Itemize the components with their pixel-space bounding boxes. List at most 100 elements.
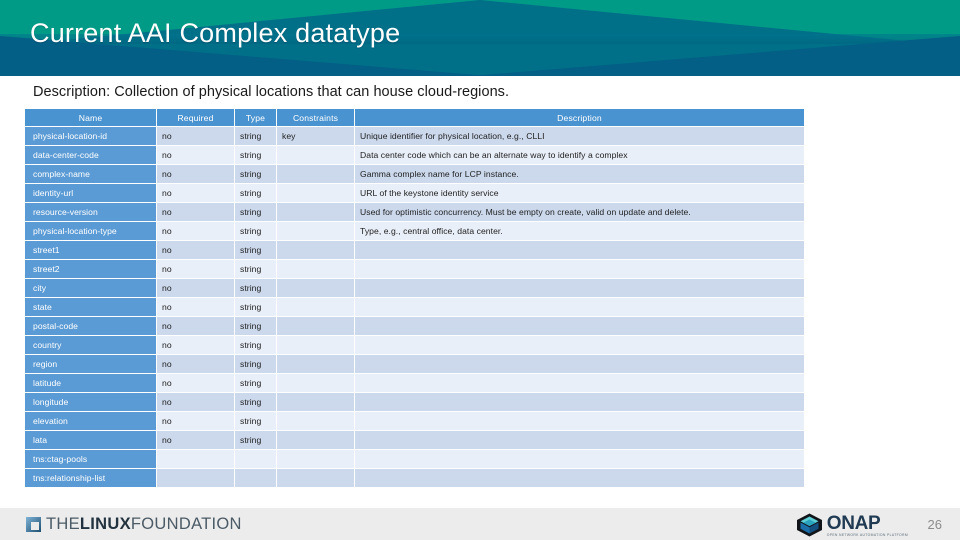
column-header-description: Description (355, 109, 804, 126)
column-header-type: Type (235, 109, 276, 126)
onap-logo: ONAP OPEN NETWORK AUTOMATION PLATFORM (796, 513, 908, 537)
cell-description (355, 317, 804, 335)
column-header-required: Required (157, 109, 234, 126)
table-body: physical-location-id no string key Unique id… (25, 127, 804, 487)
onap-wordmark: ONAP OPEN NETWORK AUTOMATION PLATFORM (827, 514, 908, 537)
cell-required: no (157, 298, 234, 316)
slide-canvas: Current AAI Complex datatype Description… (0, 0, 960, 540)
cell-description: URL of the keystone identity service (355, 184, 804, 202)
cell-type: string (235, 412, 276, 430)
cell-type: string (235, 393, 276, 411)
cell-constraints (277, 412, 354, 430)
cell-name: postal-code (25, 317, 156, 335)
cell-name: identity-url (25, 184, 156, 202)
cell-constraints (277, 279, 354, 297)
cell-description (355, 450, 804, 468)
cell-required: no (157, 374, 234, 392)
slide-footer: THELINUXFOUNDATION ONAP OPEN NETWORK AUT… (0, 508, 960, 540)
cell-name: latitude (25, 374, 156, 392)
cell-description (355, 336, 804, 354)
cell-name: country (25, 336, 156, 354)
cell-name: complex-name (25, 165, 156, 183)
cell-description (355, 393, 804, 411)
table-row: complex-name no string Gamma complex name f… (25, 165, 804, 183)
onap-tagline-text: OPEN NETWORK AUTOMATION PLATFORM (826, 532, 908, 537)
cell-type: string (235, 279, 276, 297)
cell-type: string (235, 146, 276, 164)
cell-required: no (157, 146, 234, 164)
column-header-name: Name (25, 109, 156, 126)
cell-type: string (235, 184, 276, 202)
cell-type: string (235, 317, 276, 335)
cell-constraints (277, 146, 354, 164)
cell-required: no (157, 412, 234, 430)
cell-type: string (235, 260, 276, 278)
cell-constraints (277, 165, 354, 183)
column-header-constraints: Constraints (277, 109, 354, 126)
cell-description (355, 279, 804, 297)
cell-type: string (235, 374, 276, 392)
cell-type (235, 469, 276, 487)
banner-triangle-bottom-right (470, 36, 960, 76)
cell-required: no (157, 393, 234, 411)
cell-description: Used for optimistic concurrency. Must be… (355, 203, 804, 221)
cell-name: lata (25, 431, 156, 449)
table-row: longitude no string (25, 393, 804, 411)
table-row: street2 no string (25, 260, 804, 278)
cell-name: physical-location-type (25, 222, 156, 240)
cell-name: longitude (25, 393, 156, 411)
cell-constraints (277, 374, 354, 392)
description-line: Description: Collection of physical loca… (33, 84, 510, 100)
slide-header-banner: Current AAI Complex datatype (0, 0, 960, 76)
table-row: city no string (25, 279, 804, 297)
cell-type: string (235, 355, 276, 373)
table-header-row: Name Required Type Constraints Descripti… (25, 109, 804, 126)
table-row: country no string (25, 336, 804, 354)
cell-type: string (235, 127, 276, 145)
cell-name: street1 (25, 241, 156, 259)
cell-type: string (235, 222, 276, 240)
cell-name: elevation (25, 412, 156, 430)
cell-required: no (157, 184, 234, 202)
cell-constraints: key (277, 127, 354, 145)
cell-description (355, 241, 804, 259)
cell-name: state (25, 298, 156, 316)
cell-description (355, 412, 804, 430)
cell-description: Unique identifier for physical location,… (355, 127, 804, 145)
table-row: tns:relationship-list (25, 469, 804, 487)
cell-required: no (157, 336, 234, 354)
cell-name: city (25, 279, 156, 297)
cell-required: no (157, 127, 234, 145)
cell-required (157, 450, 234, 468)
cell-constraints (277, 241, 354, 259)
cell-constraints (277, 355, 354, 373)
cell-constraints (277, 317, 354, 335)
cell-required: no (157, 222, 234, 240)
cell-name: tns:ctag-pools (25, 450, 156, 468)
page-number: 26 (927, 517, 942, 532)
table-row: lata no string (25, 431, 804, 449)
table-row: identity-url no string URL of the keystone … (25, 184, 804, 202)
cell-name: region (25, 355, 156, 373)
lf-foundation-text: FOUNDATION (130, 515, 242, 533)
datatype-table-container: Name Required Type Constraints Descripti… (24, 108, 804, 488)
table-header: Name Required Type Constraints Descripti… (25, 109, 804, 126)
cell-constraints (277, 203, 354, 221)
cell-required (157, 469, 234, 487)
table-row: physical-location-id no string key Unique id… (25, 127, 804, 145)
cell-required: no (157, 355, 234, 373)
lf-the-text: THE (46, 515, 80, 533)
cell-constraints (277, 469, 354, 487)
table-row: region no string (25, 355, 804, 373)
table-row: street1 no string (25, 241, 804, 259)
linux-foundation-mark-icon (26, 517, 41, 532)
cell-required: no (157, 279, 234, 297)
table-row: state no string (25, 298, 804, 316)
cell-type: string (235, 203, 276, 221)
cell-name: street2 (25, 260, 156, 278)
cell-name: resource-version (25, 203, 156, 221)
linux-foundation-wordmark: THELINUXFOUNDATION (46, 515, 242, 534)
cell-required: no (157, 165, 234, 183)
cell-constraints (277, 450, 354, 468)
cell-name: tns:relationship-list (25, 469, 156, 487)
